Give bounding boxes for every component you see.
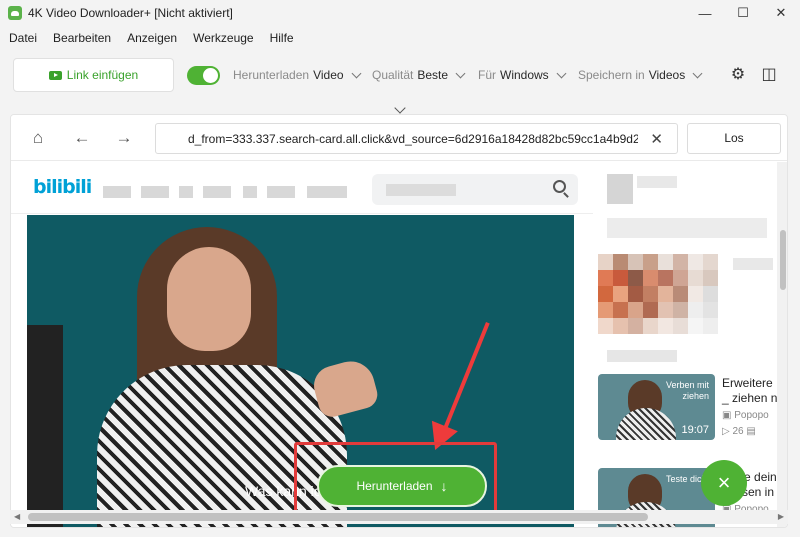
menu-datei[interactable]: Datei bbox=[9, 31, 37, 45]
vertical-scrollbar-thumb[interactable] bbox=[780, 230, 786, 290]
blurred-sidebar-item bbox=[733, 258, 773, 270]
sidebar-panel-icon[interactable]: ◫ bbox=[760, 66, 778, 84]
menu-hilfe[interactable]: Hilfe bbox=[270, 31, 294, 45]
blurred-thumbnail-mosaic bbox=[598, 254, 718, 334]
download-type-value: Video bbox=[313, 68, 344, 82]
platform-value: Windows bbox=[500, 68, 549, 82]
recommended-video-title[interactable]: Erweitere _ ziehen n bbox=[722, 376, 777, 406]
forward-arrow-icon[interactable]: → bbox=[113, 127, 135, 149]
download-type-label: Herunterladen bbox=[233, 68, 310, 82]
blurred-nav-item bbox=[103, 186, 131, 198]
back-arrow-icon[interactable]: ← bbox=[71, 127, 93, 149]
video-person-hand bbox=[309, 356, 381, 420]
view-count: ▷ 26 ▤ bbox=[722, 426, 756, 437]
thumbnail-caption: Verben mit ziehen bbox=[665, 380, 709, 401]
minimize-button[interactable]: — bbox=[686, 0, 724, 26]
download-overlay-button[interactable]: Herunterladen ↓ bbox=[317, 465, 487, 507]
recommended-video-card[interactable]: Verben mit ziehen 19:07 Erweitere _ ziehe… bbox=[598, 374, 778, 440]
save-location-select[interactable]: Speichern in Videos bbox=[578, 68, 703, 82]
vertical-scrollbar[interactable] bbox=[777, 162, 787, 527]
blurred-sidebar-item bbox=[607, 218, 767, 238]
close-window-button[interactable]: ✕ bbox=[762, 0, 800, 26]
chevron-down-icon bbox=[455, 68, 466, 78]
blurred-sidebar-item bbox=[607, 350, 677, 362]
video-person-face bbox=[167, 247, 251, 351]
chevron-down-icon bbox=[556, 68, 567, 78]
uploader-name[interactable]: ▣ Popopo bbox=[722, 410, 769, 421]
search-icon[interactable] bbox=[553, 180, 566, 193]
download-arrow-icon: ↓ bbox=[440, 478, 448, 494]
platform-label: Für bbox=[478, 68, 496, 82]
maximize-button[interactable]: ☐ bbox=[724, 0, 762, 26]
go-button[interactable]: Los bbox=[687, 123, 781, 154]
chevron-down-icon bbox=[692, 68, 703, 78]
save-location-label: Speichern in bbox=[578, 68, 645, 82]
blurred-nav-item bbox=[179, 186, 193, 198]
paste-link-label: Link einfügen bbox=[66, 68, 139, 82]
clear-url-icon[interactable]: ✕ bbox=[650, 130, 663, 148]
scroll-right-icon[interactable]: ▶ bbox=[778, 512, 784, 521]
blurred-nav-item bbox=[141, 186, 169, 198]
blurred-nav-item bbox=[243, 186, 257, 198]
menu-anzeigen[interactable]: Anzeigen bbox=[127, 31, 177, 45]
recommended-video-thumbnail[interactable]: Verben mit ziehen 19:07 bbox=[598, 374, 715, 440]
title-bar: 4K Video Downloader+ [Nicht aktiviert] —… bbox=[0, 0, 800, 26]
scroll-left-icon[interactable]: ◀ bbox=[14, 512, 20, 521]
bilibili-logo[interactable]: bilibili bbox=[33, 176, 92, 198]
close-overlay-fab-button[interactable]: × bbox=[701, 460, 747, 506]
menu-werkzeuge[interactable]: Werkzeuge bbox=[193, 31, 253, 45]
embedded-browser: ⌂ ← → d_from=333.337.search-card.all.cli… bbox=[10, 114, 788, 528]
home-icon[interactable]: ⌂ bbox=[27, 127, 49, 149]
horizontal-scrollbar[interactable]: ◀ ▶ bbox=[10, 510, 788, 524]
blurred-sidebar-item bbox=[607, 174, 633, 204]
settings-gear-icon[interactable]: ⚙ bbox=[729, 66, 747, 84]
thumb-person-body bbox=[616, 408, 676, 440]
blurred-nav-item bbox=[267, 186, 295, 198]
video-duration: 19:07 bbox=[681, 424, 709, 436]
save-location-value: Videos bbox=[648, 68, 686, 82]
download-type-select[interactable]: Herunterladen Video bbox=[233, 68, 361, 82]
url-text: d_from=333.337.search-card.all.click&vd_… bbox=[188, 132, 638, 146]
recommended-video-title-line1: Erweitere bbox=[722, 376, 773, 390]
app-logo-icon bbox=[8, 6, 22, 20]
menu-bearbeiten[interactable]: Bearbeiten bbox=[53, 31, 111, 45]
video-chair-shape bbox=[27, 325, 63, 527]
uploader-name-text: Popopo bbox=[734, 410, 769, 421]
menu-bar: Datei Bearbeiten Anzeigen Werkzeuge Hilf… bbox=[0, 28, 310, 48]
web-page: bilibili ✉ 54 ✣ ☆ Was ka bbox=[11, 162, 787, 527]
view-count-text: 26 bbox=[732, 426, 744, 437]
chevron-down-icon bbox=[351, 68, 361, 78]
url-input[interactable]: d_from=333.337.search-card.all.click&vd_… bbox=[155, 123, 678, 154]
toolbar: Link einfügen Herunterladen Video Qualit… bbox=[0, 56, 800, 96]
horizontal-scrollbar-thumb[interactable] bbox=[28, 513, 648, 521]
browser-nav-bar: ⌂ ← → d_from=333.337.search-card.all.cli… bbox=[11, 115, 787, 161]
smart-mode-toggle[interactable] bbox=[187, 66, 220, 85]
recommended-video-title-line2: _ ziehen n bbox=[722, 391, 778, 405]
download-overlay-label: Herunterladen bbox=[356, 479, 433, 493]
blurred-nav-item bbox=[307, 186, 347, 198]
quality-select[interactable]: Qualität Beste bbox=[372, 68, 466, 82]
window-title: 4K Video Downloader+ [Nicht aktiviert] bbox=[28, 6, 233, 20]
recommendation-sidebar: Verben mit ziehen 19:07 Erweitere _ ziehe… bbox=[593, 162, 785, 527]
site-search-input[interactable] bbox=[372, 174, 578, 205]
toggle-knob bbox=[203, 68, 218, 83]
quality-label: Qualität bbox=[372, 68, 414, 82]
youtube-icon bbox=[48, 70, 62, 80]
blurred-nav-item bbox=[203, 186, 231, 198]
blurred-search-placeholder bbox=[386, 184, 456, 196]
paste-link-button[interactable]: Link einfügen bbox=[13, 58, 174, 92]
collapse-browser-chevron-icon[interactable] bbox=[394, 102, 406, 114]
platform-select[interactable]: Für Windows bbox=[478, 68, 567, 82]
quality-value: Beste bbox=[417, 68, 449, 82]
blurred-sidebar-item bbox=[637, 176, 677, 188]
